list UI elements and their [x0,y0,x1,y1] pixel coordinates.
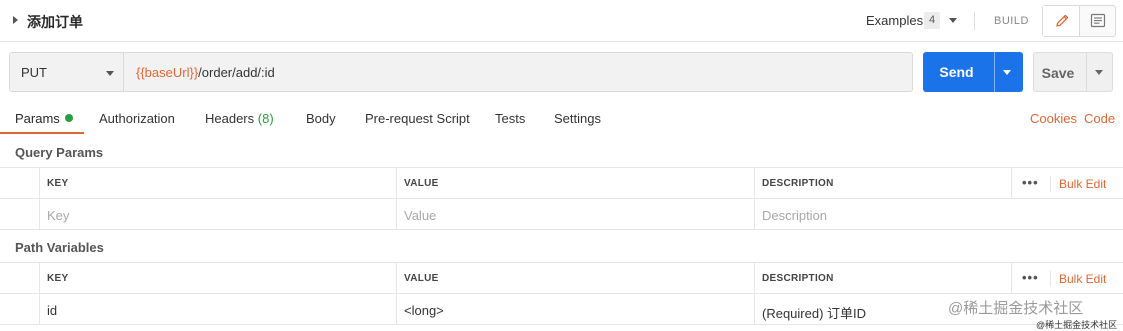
tab-params[interactable]: Params [15,111,73,126]
header-divider [974,12,975,30]
actions-divider [1050,271,1051,287]
value-value: <long> [404,303,444,318]
build-label: BUILD [994,15,1029,27]
watermark: @稀土掘金技术社区 [948,300,1084,317]
column-header-label: DESCRIPTION [762,178,834,189]
doc-mode-button[interactable] [1080,6,1116,36]
method-select[interactable]: PUT [9,52,124,92]
column-header-label: VALUE [404,178,439,189]
key-placeholder: Key [47,208,70,223]
column-header-label: KEY [47,273,69,284]
column-header-description: DESCRIPTION [754,263,1012,294]
value-input[interactable]: Value [396,199,755,230]
column-header-key: KEY [39,168,397,199]
tab-settings[interactable]: Settings [554,111,601,126]
column-header-description: DESCRIPTION [754,168,1012,199]
table-row: Key Value Description [0,199,1123,230]
save-separator [1086,53,1087,91]
more-options-icon[interactable]: ••• [1022,175,1039,190]
tab-params-label: Params [15,111,60,126]
table-actions-cell: ••• Bulk Edit [1011,263,1123,294]
save-label: Save [1041,65,1075,81]
column-header-label: DESCRIPTION [762,273,834,284]
description-input[interactable]: Description [754,199,1012,230]
column-header-value: VALUE [396,263,755,294]
url-path: /order/add/:id [198,65,275,80]
watermark-small: @稀土掘金技术社区 [1036,320,1118,330]
url-variable: {{baseUrl}} [136,65,199,80]
request-header: 添加订单 Examples 4 BUILD [0,0,1123,42]
request-title[interactable]: 添加订单 [27,12,83,32]
path-variables-title: Path Variables [15,240,104,255]
view-mode-toggle [1042,5,1116,37]
document-icon [1090,13,1106,28]
bulk-edit-link[interactable]: Bulk Edit [1059,272,1106,286]
chevron-down-icon [106,71,114,76]
key-value: id [47,303,58,318]
description-value: (Required) 订单ID [762,306,867,321]
active-dot-icon [64,114,73,122]
value-input[interactable]: <long> [396,294,755,325]
send-label: Send [939,64,974,80]
chevron-down-icon[interactable] [949,18,957,23]
active-tab-underline [0,132,84,134]
key-input[interactable]: id [39,294,397,325]
headers-count-badge: (8) [257,111,274,126]
tab-tests[interactable]: Tests [495,111,525,126]
collapse-caret-icon[interactable] [13,16,18,24]
edit-mode-button[interactable] [1043,6,1080,36]
code-link[interactable]: Code [1084,111,1115,126]
bulk-edit-link[interactable]: Bulk Edit [1059,177,1106,191]
pencil-icon [1056,14,1069,27]
tab-headers[interactable]: Headers (8) [205,111,274,126]
table-header-row: KEY VALUE DESCRIPTION ••• Bulk Edit [0,168,1123,199]
column-header-label: VALUE [404,273,439,284]
send-separator [994,52,995,92]
column-header-label: KEY [47,178,69,189]
tab-pre-request-script[interactable]: Pre-request Script [365,111,470,126]
tab-authorization[interactable]: Authorization [99,111,175,126]
method-label: PUT [21,65,47,80]
save-options-chevron-icon[interactable] [1095,70,1103,75]
query-params-title: Query Params [15,145,104,160]
send-button[interactable]: Send [923,52,1023,92]
examples-count-badge: 4 [924,12,940,29]
table-header-row: KEY VALUE DESCRIPTION ••• Bulk Edit [0,263,1123,294]
query-params-table: KEY VALUE DESCRIPTION ••• Bulk Edit Key … [0,167,1123,231]
url-input[interactable]: {{baseUrl}}/order/add/:id [124,52,913,92]
column-header-key: KEY [39,263,397,294]
value-placeholder: Value [404,208,437,223]
save-button[interactable]: Save [1033,52,1113,92]
column-header-value: VALUE [396,168,755,199]
cookies-link[interactable]: Cookies [1030,111,1077,126]
request-tabs: Params Authorization Headers (8) Body Pr… [0,104,1123,134]
send-options-chevron-icon[interactable] [1003,70,1011,75]
table-actions-cell: ••• Bulk Edit [1011,168,1123,199]
more-options-icon[interactable]: ••• [1022,270,1039,285]
actions-divider [1050,176,1051,192]
url-text: {{baseUrl}}/order/add/:id [136,65,275,80]
description-placeholder: Description [762,208,828,223]
examples-dropdown[interactable]: Examples [866,13,923,28]
tab-headers-label: Headers [205,111,255,126]
tab-body[interactable]: Body [306,111,336,126]
key-input[interactable]: Key [39,199,397,230]
